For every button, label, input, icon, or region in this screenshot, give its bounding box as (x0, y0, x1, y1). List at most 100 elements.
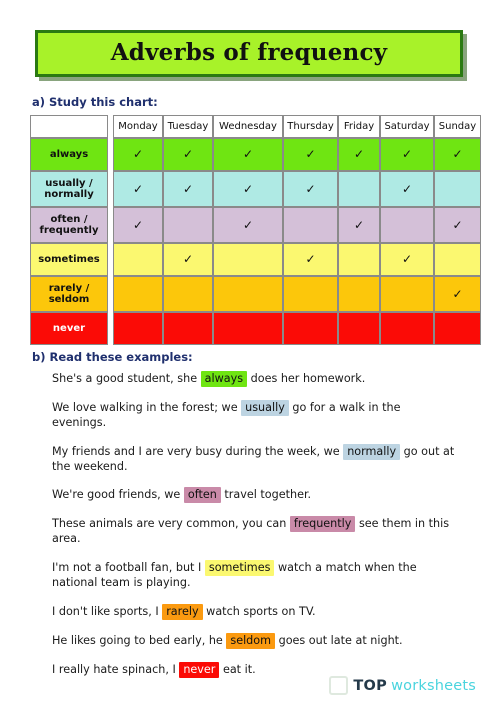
frequency-chart-table: Monday Tuesday Wednesday Thursday Friday… (30, 115, 481, 345)
check-icon: ✓ (305, 252, 316, 266)
chart-cell (113, 243, 163, 276)
check-icon: ✓ (401, 147, 413, 161)
example-sentence: I'm not a football fan, but I sometimes … (52, 560, 456, 591)
chart-cell: ✓ (283, 243, 338, 276)
title-banner: Adverbs of frequency (35, 30, 463, 78)
example-highlight: never (179, 661, 220, 678)
chart-cell (338, 243, 380, 276)
example-text-after: travel together. (220, 488, 312, 502)
example-text-before: I'm not a football fan, but I (52, 561, 205, 575)
chart-cell: ✓ (163, 138, 213, 171)
chart-cell: ✓ (380, 171, 434, 207)
examples-list: She's a good student, she always does he… (52, 371, 456, 692)
chart-column-header: Monday (113, 115, 163, 138)
chart-cell: ✓ (213, 207, 283, 243)
chart-cell (113, 312, 163, 345)
chart-cell (213, 276, 283, 312)
chart-row-never: never (30, 312, 481, 345)
check-icon: ✓ (132, 181, 144, 196)
check-icon: ✓ (305, 181, 316, 196)
chart-column-header: Wednesday (213, 115, 283, 138)
example-highlight: sometimes (204, 560, 275, 577)
example-sentence: She's a good student, she always does he… (52, 371, 456, 387)
chart-cell (213, 312, 283, 345)
chart-cell (434, 171, 481, 207)
example-text-before: My friends and I are very busy during th… (52, 444, 344, 458)
example-text-after: does her homework. (247, 372, 366, 385)
chart-cell (213, 243, 283, 276)
check-icon: ✓ (452, 217, 463, 232)
chart-row-label: often / frequently (30, 207, 108, 243)
chart-cell (283, 312, 338, 345)
chart-cell (338, 312, 380, 345)
check-icon: ✓ (452, 147, 463, 161)
check-icon: ✓ (182, 181, 194, 196)
chart-cell (380, 207, 434, 243)
example-highlight: rarely (162, 603, 203, 620)
example-highlight: normally (343, 443, 401, 460)
example-highlight: frequently (289, 516, 356, 533)
example-text-after: watch sports on TV. (202, 604, 316, 618)
chart-cell (434, 312, 481, 345)
example-sentence: He likes going to bed early, he seldom g… (52, 632, 456, 649)
chart-cell: ✓ (434, 276, 481, 312)
example-text-after: goes out late at night. (275, 633, 403, 647)
chart-cell: ✓ (163, 243, 213, 276)
chart-body: always ✓ ✓ ✓ ✓ ✓ ✓ ✓ usually / normally … (30, 138, 481, 345)
logo-worksheets-text: worksheets (391, 677, 476, 694)
chart-cell (163, 312, 213, 345)
section-heading-b: b) Read these examples: (32, 350, 193, 364)
example-text-after: eat it. (219, 662, 256, 676)
chart-row-label: rarely / seldom (30, 276, 108, 312)
chart-cell (113, 276, 163, 312)
chart-row-label: usually / normally (30, 171, 108, 207)
chart-cell (283, 207, 338, 243)
example-sentence: These animals are very common, you can f… (52, 516, 456, 547)
chart-cell: ✓ (434, 138, 481, 171)
example-text-before: He likes going to bed early, he (52, 633, 227, 647)
chart-cell: ✓ (283, 171, 338, 207)
chart-corner-cell (30, 115, 108, 138)
example-text-before: I really hate spinach, I (52, 662, 180, 676)
check-icon: ✓ (242, 217, 254, 232)
chart-cell: ✓ (113, 138, 163, 171)
check-icon: ✓ (305, 147, 316, 161)
check-icon: ✓ (353, 147, 365, 161)
chart-column-header: Friday (338, 115, 380, 138)
example-text-before: We're good friends, we (52, 488, 184, 502)
chart-cell: ✓ (338, 138, 380, 171)
check-icon: ✓ (401, 181, 413, 196)
example-sentence: I don't like sports, I rarely watch spor… (52, 603, 456, 620)
chart-row-often: often / frequently ✓ ✓ ✓ ✓ (30, 207, 481, 243)
chart-cell (338, 276, 380, 312)
check-icon: ✓ (401, 252, 413, 266)
chart-cell: ✓ (213, 138, 283, 171)
example-text-before: We love walking in the forest; we (52, 400, 242, 414)
example-highlight: often (183, 487, 221, 504)
chart-column-header: Tuesday (163, 115, 213, 138)
check-icon: ✓ (242, 181, 254, 196)
check-icon: ✓ (132, 217, 144, 232)
chart-row-label: always (30, 138, 108, 171)
footer-logo: TOP worksheets (329, 676, 476, 695)
logo-top-text: TOP (353, 677, 388, 694)
chart-header-row: Monday Tuesday Wednesday Thursday Friday… (30, 115, 481, 138)
document-page-icon (329, 676, 349, 695)
chart-row-sometimes: sometimes ✓ ✓ ✓ (30, 243, 481, 276)
example-sentence: We love walking in the forest; we usuall… (52, 399, 456, 431)
chart-cell: ✓ (338, 207, 380, 243)
chart-cell: ✓ (113, 171, 163, 207)
section-heading-a: a) Study this chart: (32, 95, 158, 109)
chart-cell: ✓ (283, 138, 338, 171)
chart-row-label: sometimes (30, 243, 108, 276)
chart-cell (338, 171, 380, 207)
chart-cell (283, 276, 338, 312)
chart-cell (380, 312, 434, 345)
chart-cell (434, 243, 481, 276)
chart-cell: ✓ (380, 138, 434, 171)
chart-row-label: never (30, 312, 108, 345)
check-icon: ✓ (242, 147, 254, 161)
chart-row-rarely: rarely / seldom ✓ (30, 276, 481, 312)
chart-cell: ✓ (434, 207, 481, 243)
check-icon: ✓ (132, 147, 144, 161)
